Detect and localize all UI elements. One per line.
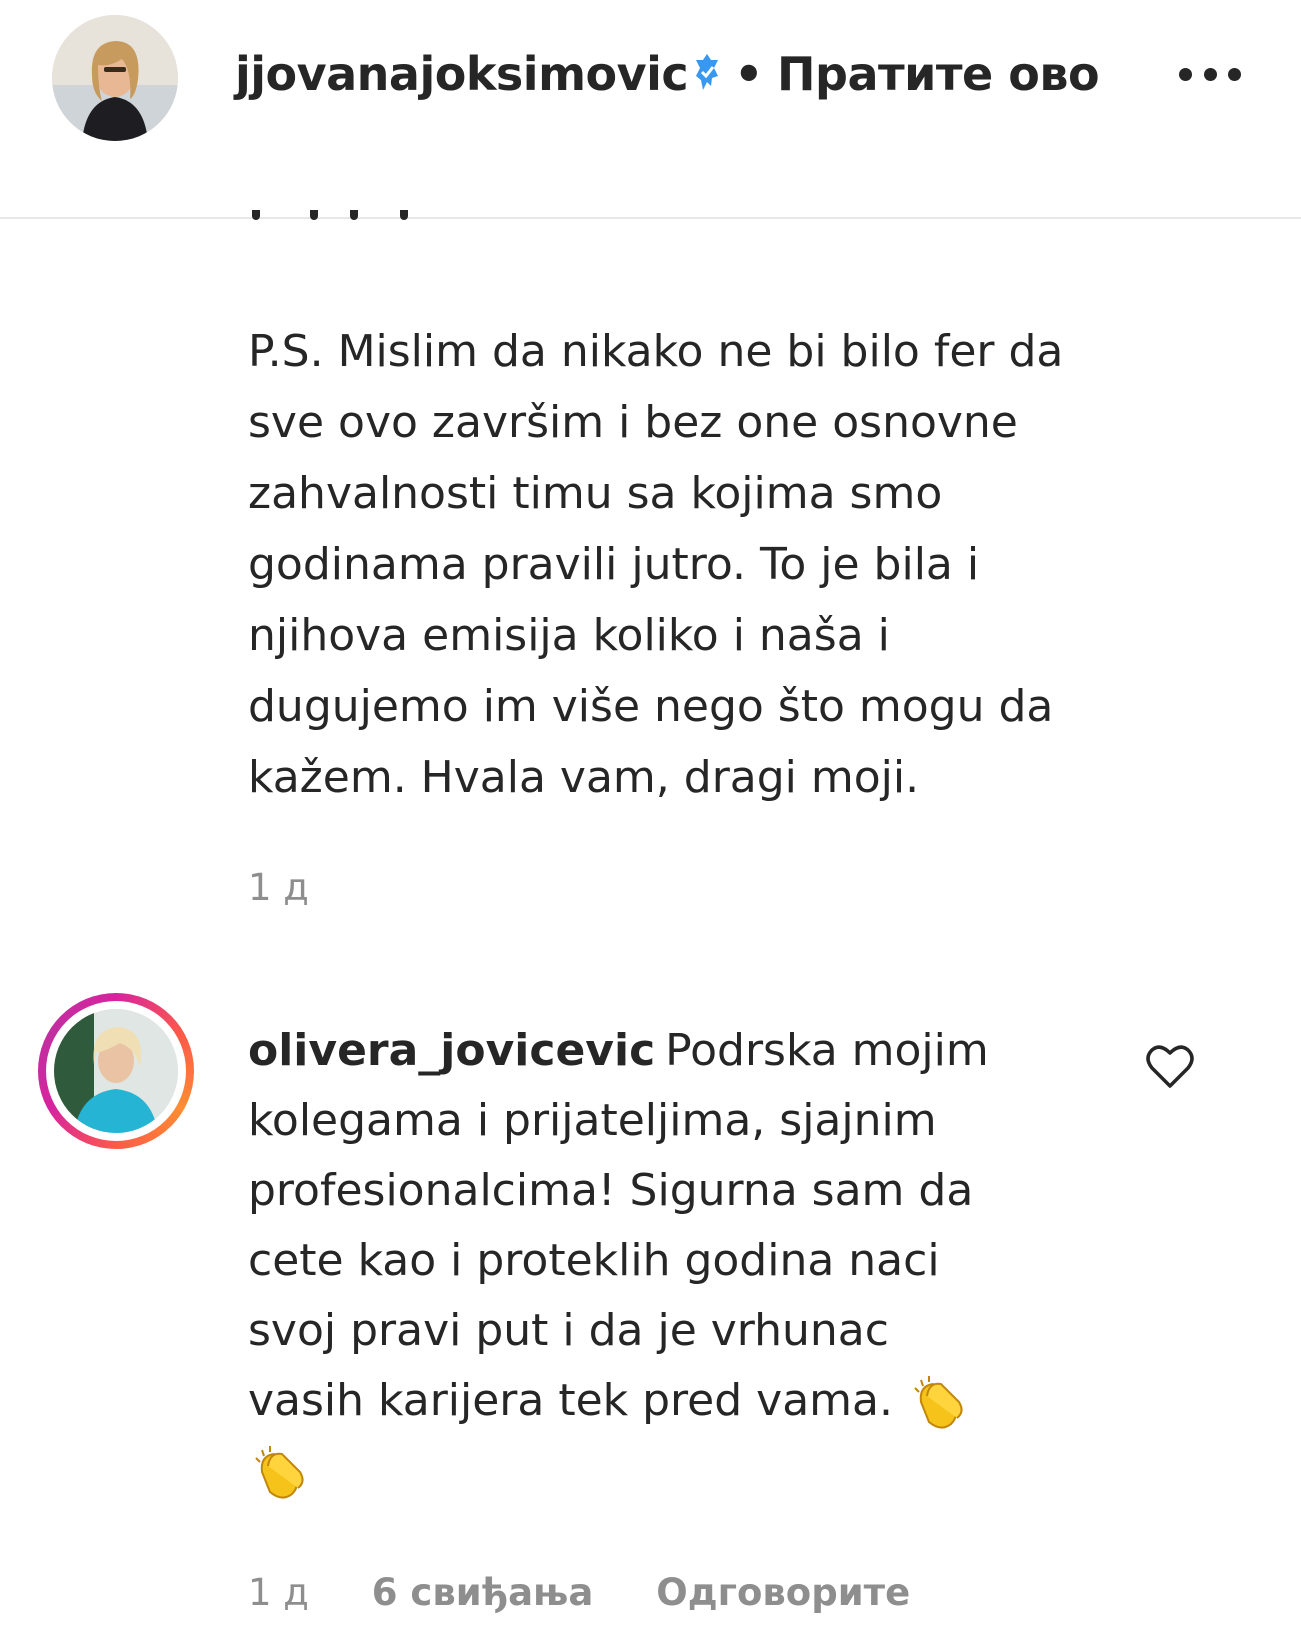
- comment-text-line: cete kao i proteklih godina naci: [248, 1235, 940, 1286]
- caption-line: sve ovo završim i bez one osnovne: [248, 397, 1018, 448]
- clapping-hands-icon: [914, 1376, 963, 1429]
- comment-timestamp[interactable]: 1 д: [248, 1571, 309, 1614]
- commenter-avatar[interactable]: [54, 1009, 178, 1133]
- more-options-icon[interactable]: [1179, 62, 1241, 86]
- comment-text-line: kolegama i prijateljima, sjajnim: [248, 1095, 937, 1146]
- verified-badge-icon: [696, 54, 719, 90]
- caption-timestamp[interactable]: 1 д: [248, 863, 309, 913]
- post-header: jjovanajoksimovic • Пратите ово: [0, 0, 1301, 218]
- clapping-hands-icon: [255, 1446, 304, 1499]
- caption-line: njihova emisija koliko i naša i: [248, 610, 890, 661]
- comment-meta: 1 д 6 свиђања Одговорите: [248, 1568, 960, 1618]
- reply-button[interactable]: Одговорите: [656, 1571, 910, 1614]
- commenter-username[interactable]: olivera_jovicevic: [248, 1025, 655, 1076]
- comment-body: olivera_jovicevic Podrska mojim kolegama …: [248, 1016, 1108, 1506]
- header-divider: [0, 217, 1301, 219]
- caption-line: zahvalnosti timu sa kojima smo: [248, 468, 943, 519]
- post-caption: P.S. Mislim da nikako ne bi bilo fer da …: [248, 316, 1198, 813]
- comment-text-line: Podrska mojim: [665, 1025, 989, 1076]
- likes-count-button[interactable]: 6 свиђања: [372, 1571, 594, 1614]
- separator-dot: •: [734, 47, 764, 101]
- comment-text-line: vasih karijera tek pred vama.: [248, 1375, 893, 1426]
- follow-button[interactable]: Пратите ово: [777, 44, 1100, 104]
- clipped-text-fragment: [250, 210, 450, 230]
- caption-line: P.S. Mislim da nikako ne bi bilo fer da: [248, 326, 1064, 377]
- caption-line: dugujemo im više nego što mogu da: [248, 681, 1054, 732]
- avatar[interactable]: [52, 15, 178, 141]
- caption-line: godinama pravili jutro. To je bila i: [248, 539, 980, 590]
- like-heart-icon[interactable]: [1144, 1042, 1196, 1090]
- comment-text-line: svoj pravi put i da je vrhunac: [248, 1305, 889, 1356]
- story-ring[interactable]: [38, 993, 194, 1149]
- caption-line: kažem. Hvala vam, dragi moji.: [248, 752, 920, 803]
- username-link[interactable]: jjovanajoksimovic: [235, 44, 689, 104]
- comment-text-line: profesionalcima! Sigurna sam da: [248, 1165, 974, 1216]
